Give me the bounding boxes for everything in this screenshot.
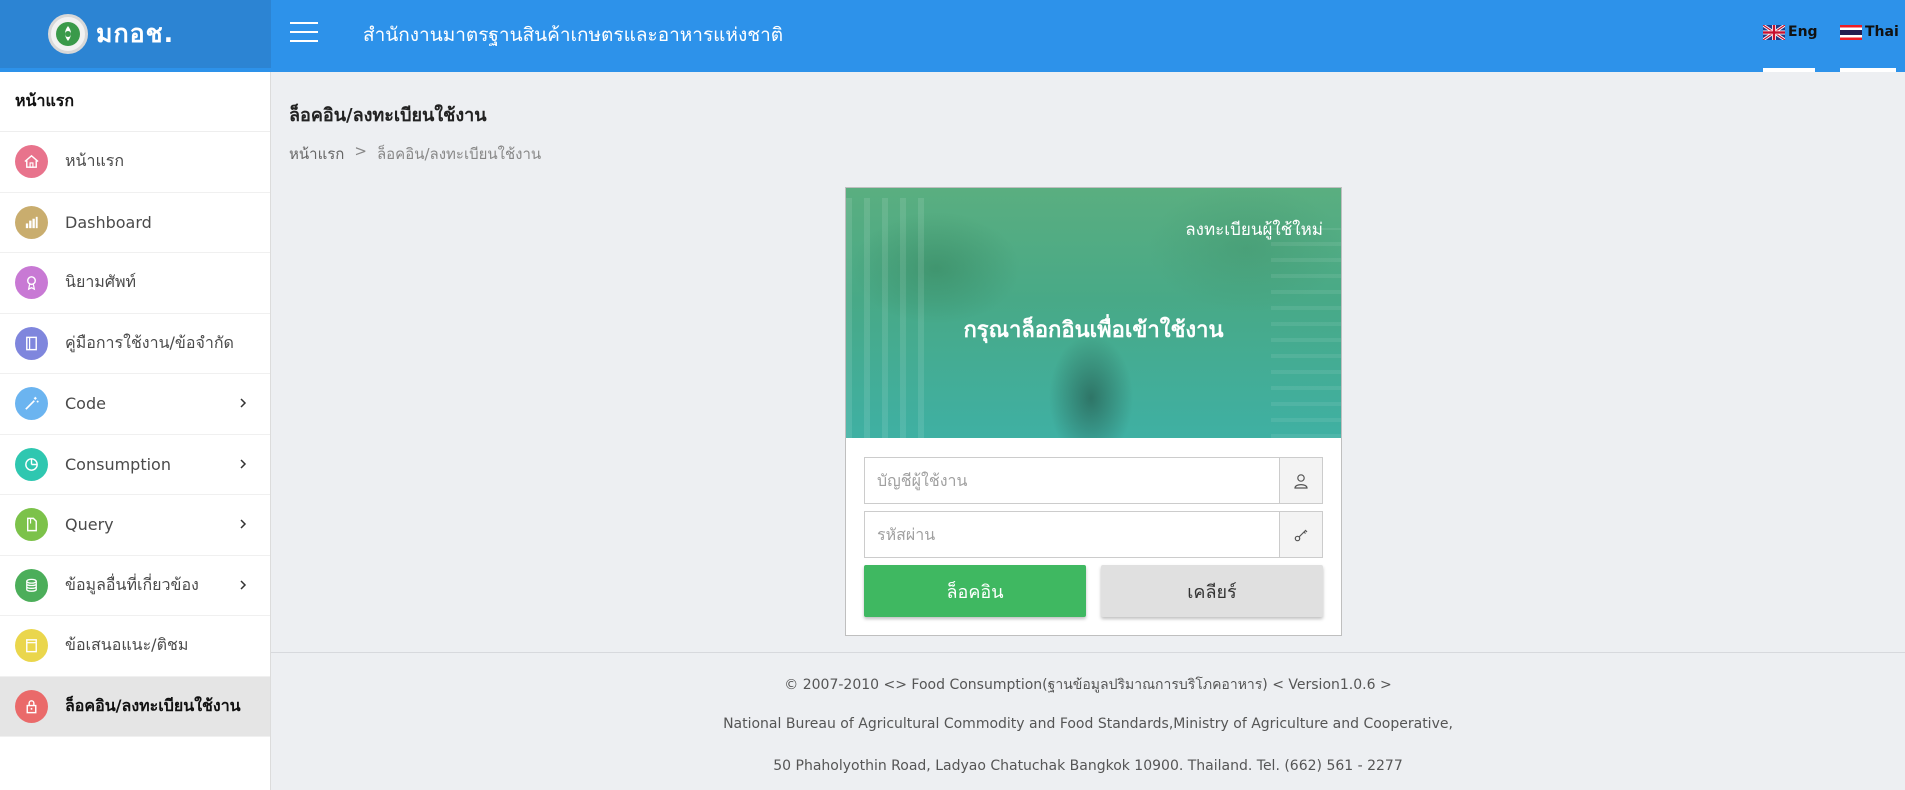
sidebar-item-related-data[interactable]: ข้อมูลอื่นที่เกี่ยวข้อง [0, 556, 270, 616]
menu-toggle-icon[interactable] [290, 22, 318, 42]
bar-chart-icon [15, 205, 48, 239]
acfs-logo-icon [48, 14, 88, 54]
breadcrumb-current: ล็อคอิน/ลงทะเบียนใช้งาน [376, 145, 542, 163]
chevron-right-icon [240, 398, 247, 408]
home-icon [15, 145, 48, 179]
username-input[interactable] [864, 457, 1279, 504]
sidebar-item-code[interactable]: Code [0, 374, 270, 435]
login-hero-banner: ลงทะเบียนผู้ใช้ใหม่ กรุณาล็อกอินเพื่อเข้… [846, 188, 1341, 438]
sidebar-item-label: คู่มือการใช้งาน/ข้อจำกัด [65, 332, 234, 352]
document-icon [15, 508, 48, 542]
sidebar-item-consumption[interactable]: Consumption [0, 435, 270, 495]
sidebar-item-label: Query [65, 515, 114, 535]
footer-organization: National Bureau of Agricultural Commodit… [723, 716, 1453, 732]
footer-address: 50 Phaholyothin Road, Ladyao Chatuchak B… [773, 758, 1403, 774]
login-card: ลงทะเบียนผู้ใช้ใหม่ กรุณาล็อกอินเพื่อเข้… [845, 187, 1342, 636]
sidebar-item-label: ข้อมูลอื่นที่เกี่ยวข้อง [65, 574, 199, 594]
org-title: สำนักงานมาตรฐานสินค้าเกษตรและอาหารแห่งชา… [363, 24, 784, 46]
lang-eng-link[interactable]: Eng [1763, 24, 1818, 40]
book-icon [15, 326, 48, 360]
sidebar-item-label: Code [65, 394, 106, 414]
clear-button[interactable]: เคลียร์ [1101, 565, 1323, 617]
sidebar-item-label: Consumption [65, 454, 171, 474]
username-field-group [864, 457, 1323, 504]
footer-copyright: © 2007-2010 <> Food Consumption(ฐานข้อมู… [784, 677, 1392, 693]
sidebar-item-login[interactable]: ล็อคอิน/ลงทะเบียนใช้งาน [0, 676, 270, 737]
chevron-right-icon [240, 579, 247, 590]
password-field-group [864, 511, 1323, 558]
footer-divider [271, 652, 1905, 653]
register-new-user-link[interactable]: ลงทะเบียนผู้ใช้ใหม่ [1185, 216, 1323, 243]
uk-flag-icon [1763, 24, 1785, 40]
sidebar-item-label: ล็อคอิน/ลงทะเบียนใช้งาน [65, 695, 241, 715]
lang-eng-label: Eng [1788, 24, 1818, 40]
password-input[interactable] [864, 511, 1279, 558]
breadcrumb: หน้าแรก > ล็อคอิน/ลงทะเบียนใช้งาน [289, 142, 541, 166]
user-icon [1279, 457, 1323, 504]
sidebar-item-label: หน้าแรก [65, 151, 125, 171]
sidebar-item-label: Dashboard [65, 212, 152, 232]
lock-icon [15, 689, 48, 723]
breadcrumb-separator: > [354, 142, 367, 160]
database-icon [15, 568, 48, 602]
top-navbar: มกอช. สำนักงานมาตรฐานสินค้าเกษตรและอาหาร… [0, 0, 1905, 72]
lang-thai-link[interactable]: Thai [1840, 24, 1899, 40]
page-title: ล็อคอิน/ลงทะเบียนใช้งาน [289, 105, 487, 126]
chevron-right-icon [240, 458, 247, 469]
sidebar-item-manual[interactable]: คู่มือการใช้งาน/ข้อจำกัด [0, 314, 270, 374]
sidebar-item-home[interactable]: หน้าแรก [0, 132, 270, 193]
lang-thai-underline [1840, 68, 1896, 72]
lang-thai-label: Thai [1865, 24, 1899, 40]
brand-area[interactable]: มกอช. [0, 0, 271, 68]
login-hero-title: กรุณาล็อกอินเพื่อเข้าใช้งาน [963, 318, 1224, 343]
key-icon [1279, 511, 1323, 558]
sidebar-item-label: ข้อเสนอแนะ/ติชม [65, 635, 189, 655]
sidebar-item-query[interactable]: Query [0, 495, 270, 556]
magic-wand-icon [15, 387, 48, 421]
breadcrumb-home-link[interactable]: หน้าแรก [289, 142, 344, 166]
thai-flag-icon [1840, 24, 1862, 40]
lang-eng-underline [1763, 68, 1815, 72]
award-icon [15, 266, 48, 300]
sidebar: หน้าแรก หน้าแรก Dashboard นิยามศัพท์ คู่… [0, 72, 271, 790]
sidebar-item-glossary[interactable]: นิยามศัพท์ [0, 253, 270, 314]
sidebar-item-feedback[interactable]: ข้อเสนอแนะ/ติชม [0, 616, 270, 677]
notepad-icon [15, 629, 48, 663]
chevron-right-icon [240, 519, 247, 529]
login-button[interactable]: ล็อคอิน [864, 565, 1086, 617]
sidebar-item-label: นิยามศัพท์ [65, 272, 137, 292]
sidebar-heading: หน้าแรก [0, 72, 270, 132]
sidebar-item-dashboard[interactable]: Dashboard [0, 193, 270, 253]
pie-chart-icon [15, 447, 48, 481]
brand-name: มกอช. [96, 19, 175, 48]
